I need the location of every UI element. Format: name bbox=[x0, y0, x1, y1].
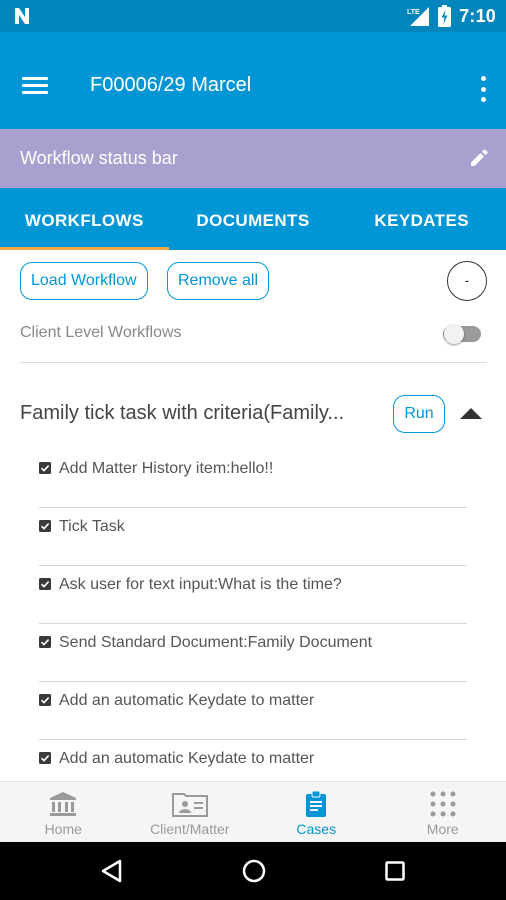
task-label: Tick Task bbox=[59, 518, 125, 535]
hamburger-menu-icon[interactable] bbox=[22, 77, 48, 97]
grid-dots-icon bbox=[430, 791, 456, 817]
checkbox-checked-icon[interactable] bbox=[39, 694, 51, 706]
checkbox-checked-icon[interactable] bbox=[39, 578, 51, 590]
list-item[interactable]: Send Standard Document:Family Document bbox=[39, 624, 467, 682]
page-title: F00006/29 Marcel bbox=[90, 74, 252, 96]
recent-apps-square-icon[interactable] bbox=[385, 861, 405, 881]
task-label: Send Standard Document:Family Document bbox=[59, 634, 373, 651]
client-level-toggle[interactable] bbox=[443, 324, 481, 344]
checkbox-checked-icon[interactable] bbox=[39, 462, 51, 474]
nav-label: Cases bbox=[296, 821, 337, 837]
list-item[interactable]: Add Matter History item:hello!! bbox=[39, 450, 467, 508]
workflow-status-label: Workflow status bar bbox=[20, 148, 178, 168]
divider bbox=[20, 362, 487, 363]
edit-pencil-icon[interactable] bbox=[470, 149, 488, 167]
list-item[interactable]: Ask user for text input:What is the time… bbox=[39, 566, 467, 624]
collapse-circle-button[interactable]: - bbox=[447, 261, 487, 301]
nav-cases[interactable]: Cases bbox=[253, 782, 380, 842]
status-bar: LTE 7:10 bbox=[0, 0, 506, 32]
checkbox-checked-icon[interactable] bbox=[39, 752, 51, 764]
remove-all-button[interactable]: Remove all bbox=[167, 262, 270, 300]
home-circle-icon[interactable] bbox=[242, 859, 266, 883]
back-triangle-icon[interactable] bbox=[100, 859, 124, 883]
task-list: Add Matter History item:hello!! Tick Tas… bbox=[39, 450, 467, 781]
battery-charging-icon bbox=[438, 5, 452, 27]
system-navigation-bar bbox=[0, 842, 506, 900]
list-item[interactable]: Add an automatic Keydate to matter bbox=[39, 682, 467, 740]
checkbox-checked-icon[interactable] bbox=[39, 520, 51, 532]
n-notification-icon bbox=[15, 8, 29, 24]
app-bar: F00006/29 Marcel bbox=[0, 32, 506, 129]
load-workflow-button[interactable]: Load Workflow bbox=[20, 262, 148, 300]
tab-workflows[interactable]: WORKFLOWS bbox=[0, 188, 169, 250]
nav-label: Client/Matter bbox=[150, 821, 230, 837]
lte-signal-icon: LTE bbox=[407, 7, 430, 26]
bottom-navigation: Home Client/Matter Cases More bbox=[0, 781, 506, 842]
svg-text:LTE: LTE bbox=[407, 9, 420, 16]
task-label: Ask user for text input:What is the time… bbox=[59, 576, 342, 593]
workflow-title[interactable]: Family tick task with criteria(Family... bbox=[20, 402, 376, 425]
tab-keydates[interactable]: KEYDATES bbox=[337, 188, 506, 250]
task-label: Add an automatic Keydate to matter bbox=[59, 750, 315, 767]
list-item[interactable]: Add an automatic Keydate to matter bbox=[39, 740, 467, 781]
nav-more[interactable]: More bbox=[380, 782, 506, 842]
nav-label: More bbox=[426, 821, 459, 837]
task-label: Add Matter History item:hello!! bbox=[59, 460, 274, 477]
contact-folder-icon bbox=[171, 793, 208, 817]
workflows-panel: Load Workflow Remove all - Client Level … bbox=[0, 250, 506, 781]
nav-home[interactable]: Home bbox=[0, 782, 127, 842]
nav-label: Home bbox=[44, 821, 82, 837]
workflow-status-bar[interactable]: Workflow status bar bbox=[0, 129, 506, 188]
tab-bar: WORKFLOWS DOCUMENTS KEYDATES bbox=[0, 188, 506, 250]
client-level-workflows-label: Client Level Workflows bbox=[20, 324, 182, 341]
list-item[interactable]: Tick Task bbox=[39, 508, 467, 566]
task-label: Add an automatic Keydate to matter bbox=[59, 692, 315, 709]
overflow-menu-icon[interactable] bbox=[478, 76, 488, 102]
bank-building-icon bbox=[50, 792, 77, 816]
checkbox-checked-icon[interactable] bbox=[39, 636, 51, 648]
status-time: 7:10 bbox=[459, 5, 496, 26]
run-button[interactable]: Run bbox=[393, 395, 445, 433]
nav-client-matter[interactable]: Client/Matter bbox=[127, 782, 254, 842]
chevron-up-icon[interactable] bbox=[460, 407, 482, 420]
clipboard-icon bbox=[306, 791, 327, 817]
tab-documents[interactable]: DOCUMENTS bbox=[169, 188, 338, 250]
